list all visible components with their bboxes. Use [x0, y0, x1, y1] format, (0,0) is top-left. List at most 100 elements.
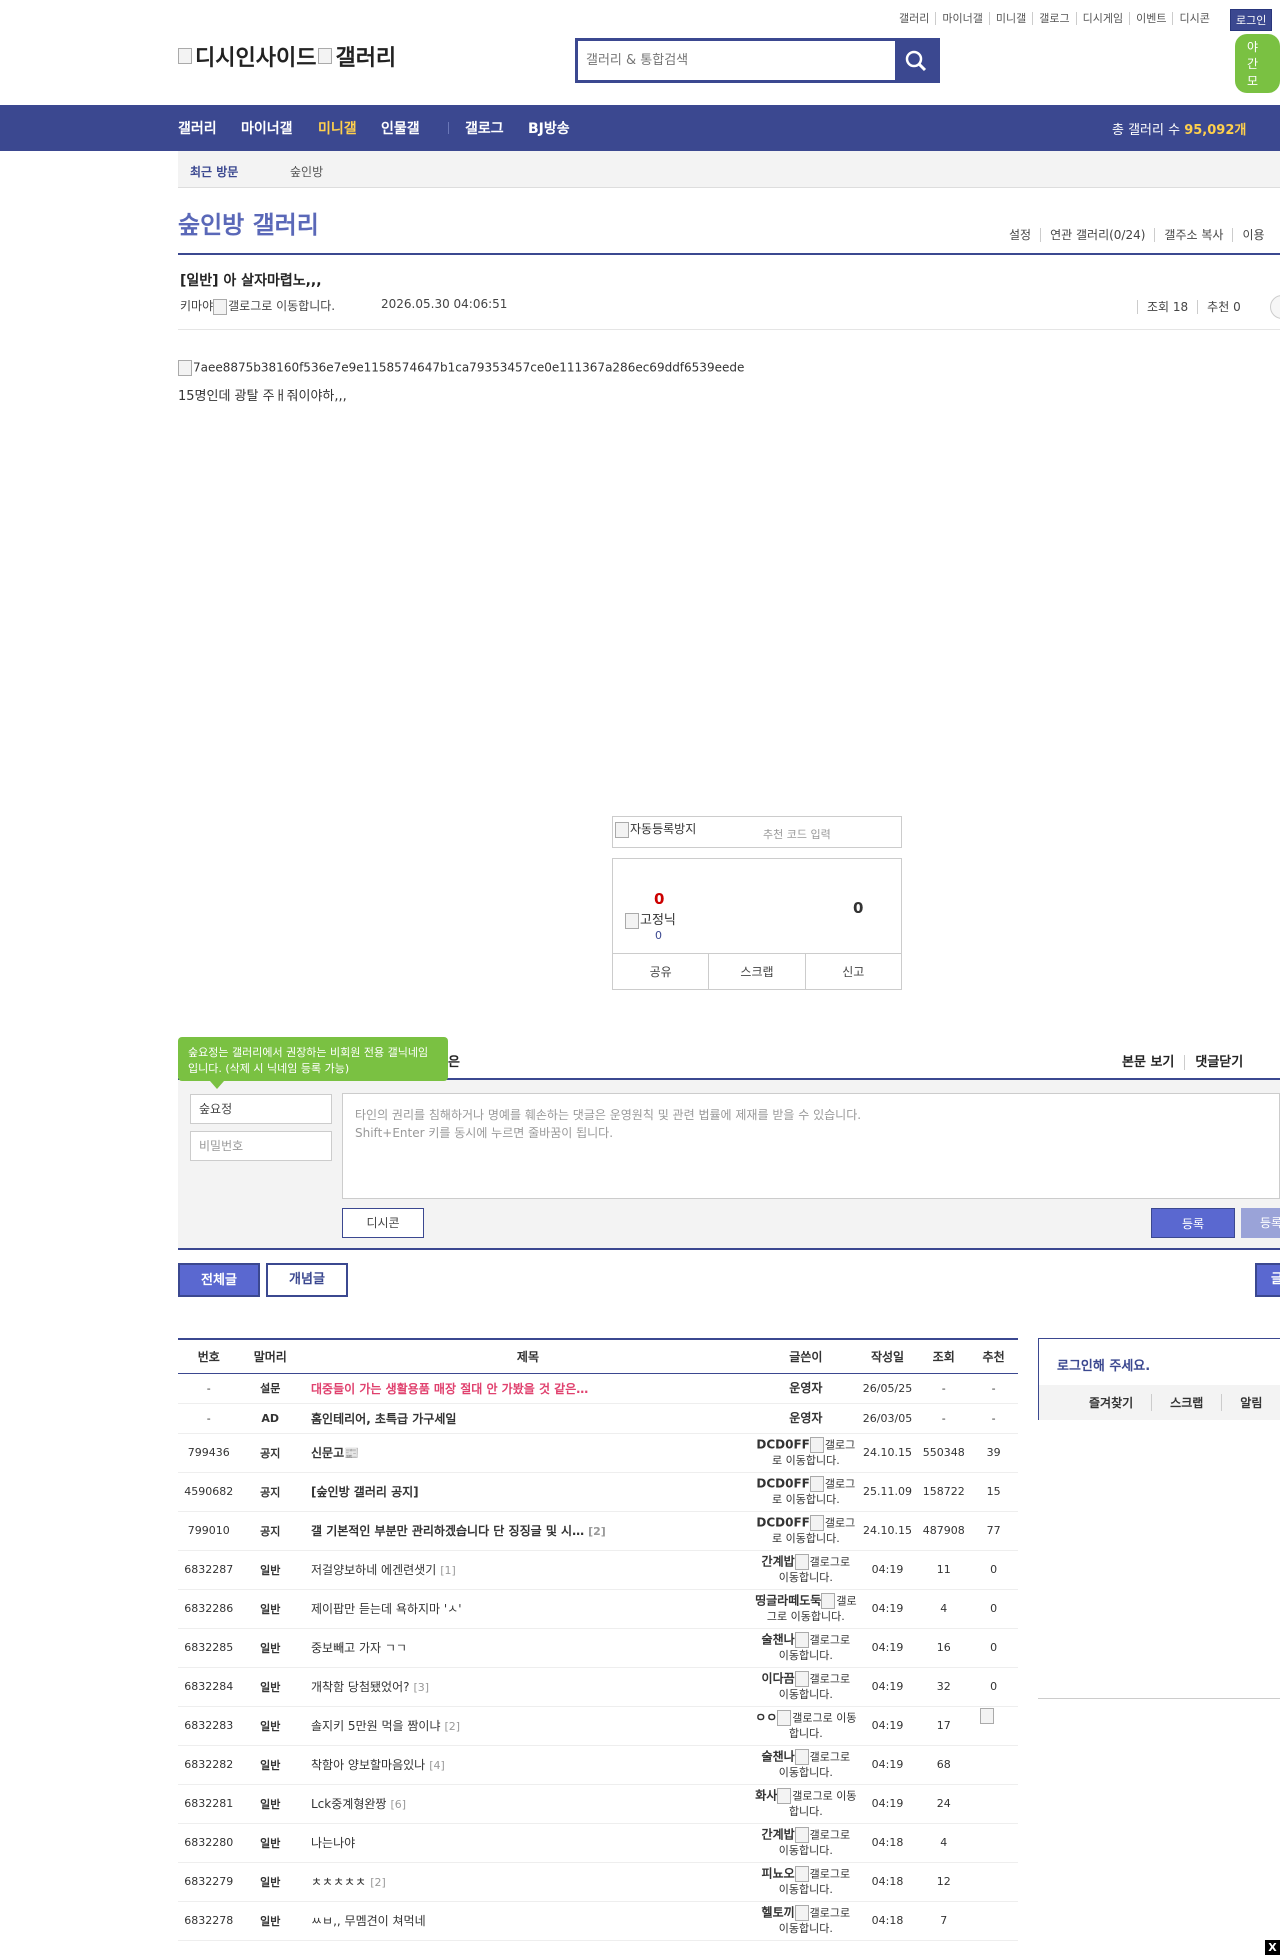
recent-visit-label[interactable]: 최근 방문: [190, 163, 238, 180]
site-logo[interactable]: 디시인사이드 갤러리: [178, 40, 396, 72]
util-link-dccon[interactable]: 디시콘: [1172, 12, 1216, 25]
table-row[interactable]: 799010 공지 갤 기본적인 부분만 관리하겠습니다 단 징징글 및 시… [2]…: [178, 1511, 1018, 1551]
nav-person-gallery[interactable]: 인물갤: [381, 118, 420, 138]
dccon-button[interactable]: 디시콘: [342, 1208, 424, 1238]
table-row[interactable]: 6832282 일반 착함아 양보할마음있나 [4] 술챈나 갤로그로 이동합니다. 04:…: [178, 1745, 1018, 1785]
writer-name[interactable]: 화사: [755, 1789, 777, 1803]
login-prompt[interactable]: 로그인해 주세요.: [1057, 1355, 1150, 1374]
table-row[interactable]: 6832284 일반 개착함 당첨됐었어? [3] 이다끔 갤로그로 이동합니다. 04:1…: [178, 1667, 1018, 1707]
comment-register-button[interactable]: 등록: [1151, 1208, 1235, 1238]
writer-name[interactable]: DCD0FF: [756, 1477, 809, 1491]
writer-name[interactable]: 운영자: [789, 1381, 822, 1395]
writer-name[interactable]: DCD0FF: [756, 1516, 809, 1530]
writer-name[interactable]: 피뇨오: [762, 1867, 795, 1881]
reply-count[interactable]: [6]: [390, 1798, 406, 1811]
scrap-link[interactable]: 스크랩: [1151, 1394, 1221, 1411]
copy-address-link[interactable]: 갤주소 복사: [1154, 228, 1233, 242]
table-row[interactable]: 6832285 일반 중보빼고 가자 ㄱㄱ 술챈나 갤로그로 이동합니다. 04:19 16…: [178, 1628, 1018, 1668]
writer-name[interactable]: DCD0FF: [756, 1438, 809, 1452]
table-row[interactable]: 6832287 일반 저걸양보하네 에겐련샛기 [1] 간계밥 갤로그로 이동합니다. 04…: [178, 1550, 1018, 1590]
login-button[interactable]: 로그인: [1230, 9, 1273, 31]
close-comments-link[interactable]: 댓글닫기: [1184, 1055, 1254, 1070]
util-link-mini[interactable]: 미니갤: [988, 12, 1033, 25]
post-title-link[interactable]: 대중들이 가는 생활용품 매장 절대 안 가봤을 것 같은…: [301, 1373, 755, 1404]
tab-all-posts[interactable]: 전체글: [178, 1263, 260, 1297]
reply-count[interactable]: [2]: [588, 1525, 606, 1538]
nav-minor-gallery[interactable]: 마이너갤: [241, 118, 293, 138]
nav-gallog[interactable]: 갤로그: [465, 118, 504, 138]
util-link-minor[interactable]: 마이너갤: [935, 12, 989, 25]
usage-link[interactable]: 이용: [1232, 228, 1274, 242]
table-row[interactable]: 6832280 일반 나는나야 간계밥 갤로그로 이동합니다. 04:18 4: [178, 1823, 1018, 1863]
recommend-up-count[interactable]: 0: [654, 890, 664, 908]
recent-visit-item[interactable]: 숲인방: [290, 163, 323, 180]
recommend-down-count[interactable]: 0: [853, 899, 863, 917]
more-options-button[interactable]: [1270, 295, 1280, 319]
close-icon[interactable]: X: [1265, 1940, 1280, 1955]
post-title-link[interactable]: ㅊㅊㅊㅊㅊ [2]: [301, 1862, 755, 1902]
post-title-link[interactable]: 나는나야: [301, 1823, 755, 1863]
post-title-link[interactable]: ㅆㅂ,, 무멤견이 쳐먹네: [301, 1901, 755, 1941]
post-title-link[interactable]: 신문고📰: [301, 1433, 755, 1473]
comment-textarea[interactable]: 타인의 권리를 침해하거나 명예를 훼손하는 댓글은 운영원칙 및 관련 법률에…: [342, 1093, 1280, 1199]
writer-name[interactable]: 간계밥: [762, 1555, 795, 1569]
post-title-link[interactable]: 개착함 당첨됐었어? [3]: [301, 1667, 755, 1707]
writer-name[interactable]: ㅇㅇ: [755, 1711, 777, 1725]
write-button[interactable]: 글: [1255, 1263, 1280, 1297]
util-link-gallery[interactable]: 갤러리: [893, 12, 935, 25]
reply-count[interactable]: [3]: [414, 1681, 430, 1694]
post-title-link[interactable]: [숲인방 갤러리 공지]: [301, 1472, 755, 1512]
nav-bj-broadcast[interactable]: BJ방송: [528, 118, 570, 138]
notification-link[interactable]: 알림: [1221, 1394, 1280, 1411]
writer-name[interactable]: 술챈나: [762, 1633, 795, 1647]
recommend-code-input[interactable]: 추천 코드 입력: [763, 826, 831, 842]
post-title-link[interactable]: 제이팝만 듣는데 욕하지마 'ㅅ': [301, 1589, 755, 1629]
table-row[interactable]: - AD 홈인테리어, 초특급 가구세일 운영자 26/03/05- -: [178, 1403, 1018, 1434]
post-title-link[interactable]: 중보빼고 가자 ㄱㄱ: [301, 1628, 755, 1668]
table-row[interactable]: 799436 공지 신문고📰 DCD0FF 갤로그로 이동합니다. 24.10.15 550…: [178, 1433, 1018, 1473]
favorites-link[interactable]: 즐겨찾기: [1039, 1394, 1151, 1411]
night-mode-button[interactable]: 야간 모: [1235, 34, 1280, 93]
tab-concept-posts[interactable]: 개념글: [266, 1263, 348, 1297]
view-body-link[interactable]: 본문 보기: [1122, 1055, 1184, 1070]
gallery-title[interactable]: 숲인방 갤러리: [178, 205, 319, 240]
util-link-event[interactable]: 이벤트: [1129, 12, 1173, 25]
table-row[interactable]: 6832279 일반 ㅊㅊㅊㅊㅊ [2] 피뇨오 갤로그로 이동합니다. 04:18 12: [178, 1862, 1018, 1902]
reply-count[interactable]: [1]: [440, 1564, 456, 1577]
table-row[interactable]: 6832283 일반 솔지키 5만원 먹을 짬이냐 [2] ㅇㅇ 갤로그로 이동합니다. 0…: [178, 1706, 1018, 1746]
nav-gallery[interactable]: 갤러리: [178, 118, 217, 138]
writer-name[interactable]: 술챈나: [762, 1750, 795, 1764]
post-title-link[interactable]: 착함아 양보할마음있나 [4]: [301, 1745, 755, 1785]
gallery-settings-link[interactable]: 설정: [1000, 228, 1040, 242]
writer-name[interactable]: 운영자: [789, 1411, 822, 1425]
reply-count[interactable]: [2]: [444, 1720, 460, 1733]
post-writer[interactable]: 키마야 갤로그로 이동합니다.: [180, 297, 335, 315]
writer-name[interactable]: 간계밥: [762, 1828, 795, 1842]
writer-name[interactable]: 이다끔: [762, 1672, 795, 1686]
password-field[interactable]: 비밀번호: [190, 1131, 332, 1161]
writer-name[interactable]: 헬토끼: [762, 1906, 795, 1920]
table-row[interactable]: - 설문 대중들이 가는 생활용품 매장 절대 안 가봤을 것 같은… 운영자 26/0…: [178, 1373, 1018, 1404]
post-title-link[interactable]: Lck중계형완짱 [6]: [301, 1784, 755, 1824]
reply-count[interactable]: [4]: [429, 1759, 445, 1772]
share-button[interactable]: 공유: [613, 954, 708, 990]
writer-name[interactable]: 띵글라떼도둑: [755, 1594, 821, 1608]
search-input[interactable]: [586, 47, 876, 74]
comment-register-button-2[interactable]: 등록: [1241, 1208, 1280, 1238]
table-row[interactable]: 6832281 일반 Lck중계형완짱 [6] 화사 갤로그로 이동합니다. 04:19 24: [178, 1784, 1018, 1824]
related-gallery-link[interactable]: 연관 갤러리(0/24): [1040, 228, 1155, 242]
post-title-link[interactable]: 저걸양보하네 에겐련샛기 [1]: [301, 1550, 755, 1590]
scrap-button[interactable]: 스크랩: [708, 954, 804, 990]
table-row[interactable]: 6832278 일반 ㅆㅂ,, 무멤견이 쳐먹네 헬토끼 갤로그로 이동합니다. 04:1…: [178, 1901, 1018, 1941]
nav-mini-gallery[interactable]: 미니갤: [318, 118, 357, 138]
util-link-gallog[interactable]: 갤로그: [1032, 12, 1076, 25]
reply-count[interactable]: [2]: [370, 1876, 386, 1889]
post-title-link[interactable]: 홈인테리어, 초특급 가구세일: [301, 1403, 755, 1434]
table-row[interactable]: 6832286 일반 제이팝만 듣는데 욕하지마 'ㅅ' 띵글라떼도둑 갤로그로 이동합…: [178, 1589, 1018, 1629]
util-link-dcgame[interactable]: 디시게임: [1075, 12, 1130, 25]
nickname-field[interactable]: 숲요정: [190, 1094, 332, 1124]
report-button[interactable]: 신고: [804, 954, 901, 990]
post-title-link[interactable]: 솔지키 5만원 먹을 짬이냐 [2]: [301, 1706, 755, 1746]
search-button[interactable]: [895, 41, 937, 80]
post-title-link[interactable]: 갤 기본적인 부분만 관리하겠습니다 단 징징글 및 시… [2]: [301, 1511, 755, 1551]
